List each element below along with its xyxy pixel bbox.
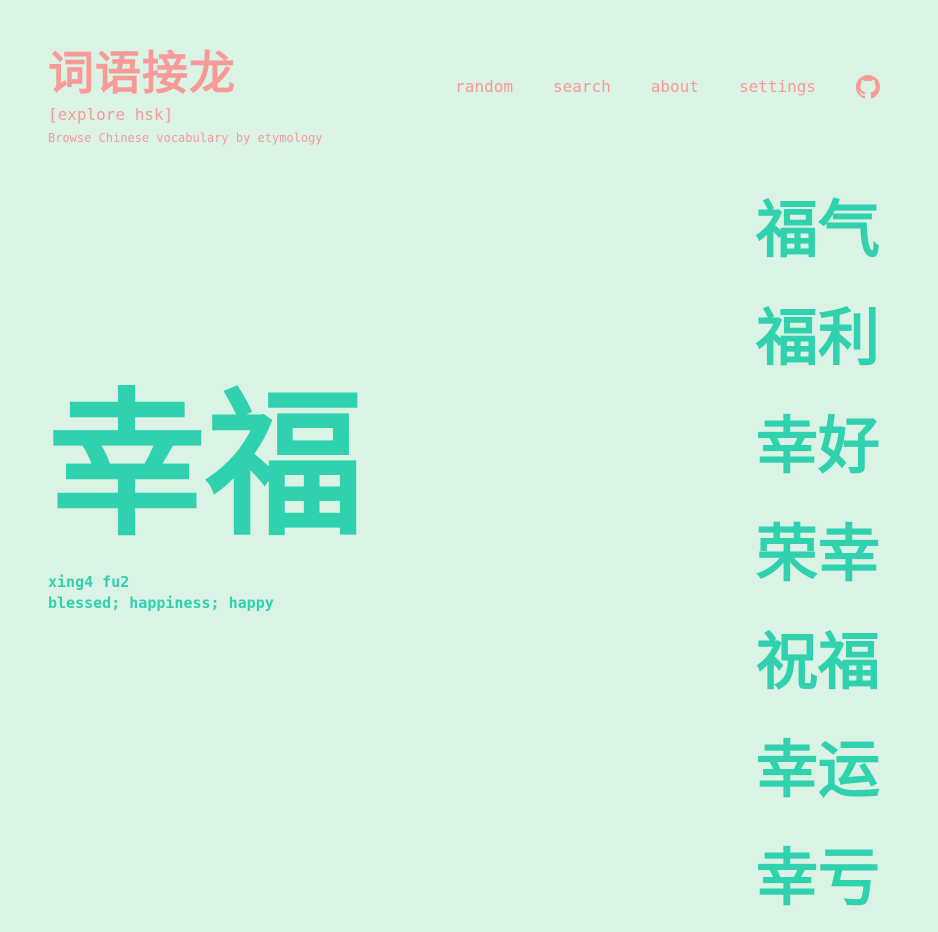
nav-search-link[interactable]: search	[553, 74, 611, 100]
related-word-item[interactable]: 荣幸	[756, 500, 880, 608]
word-info: xing4 fu2 blessed; happiness; happy	[48, 572, 274, 614]
github-icon[interactable]	[856, 75, 880, 99]
app-title[interactable]: 词语接龙	[48, 44, 323, 102]
nav-settings-link[interactable]: settings	[739, 74, 816, 100]
nav-random-link[interactable]: random	[455, 74, 513, 100]
app-subtitle: [explore hsk]	[48, 105, 174, 124]
word-pinyin: xing4 fu2	[48, 573, 130, 591]
nav-about-link[interactable]: about	[651, 74, 699, 100]
related-word-item[interactable]: 祝福	[756, 608, 880, 716]
github-icon-graphic	[856, 75, 880, 99]
related-word-item[interactable]: 幸好	[756, 392, 880, 500]
current-word: 幸福	[48, 374, 364, 558]
related-word-item[interactable]: 幸运	[756, 716, 880, 824]
word-hero: 幸福	[48, 376, 364, 556]
related-word-item[interactable]: 福气	[756, 176, 880, 284]
app-tagline: Browse Chinese vocabulary by etymology	[48, 131, 323, 145]
related-words-list: 福气 福利 幸好 荣幸 祝福 幸运 幸亏	[756, 176, 880, 932]
related-word-item[interactable]: 幸亏	[756, 824, 880, 932]
brand: 词语接龙 [explore hsk] Browse Chinese vocabu…	[48, 44, 323, 145]
word-definition: blessed; happiness; happy	[48, 594, 274, 612]
related-word-item[interactable]: 福利	[756, 284, 880, 392]
main-nav: random search about settings	[455, 74, 880, 100]
